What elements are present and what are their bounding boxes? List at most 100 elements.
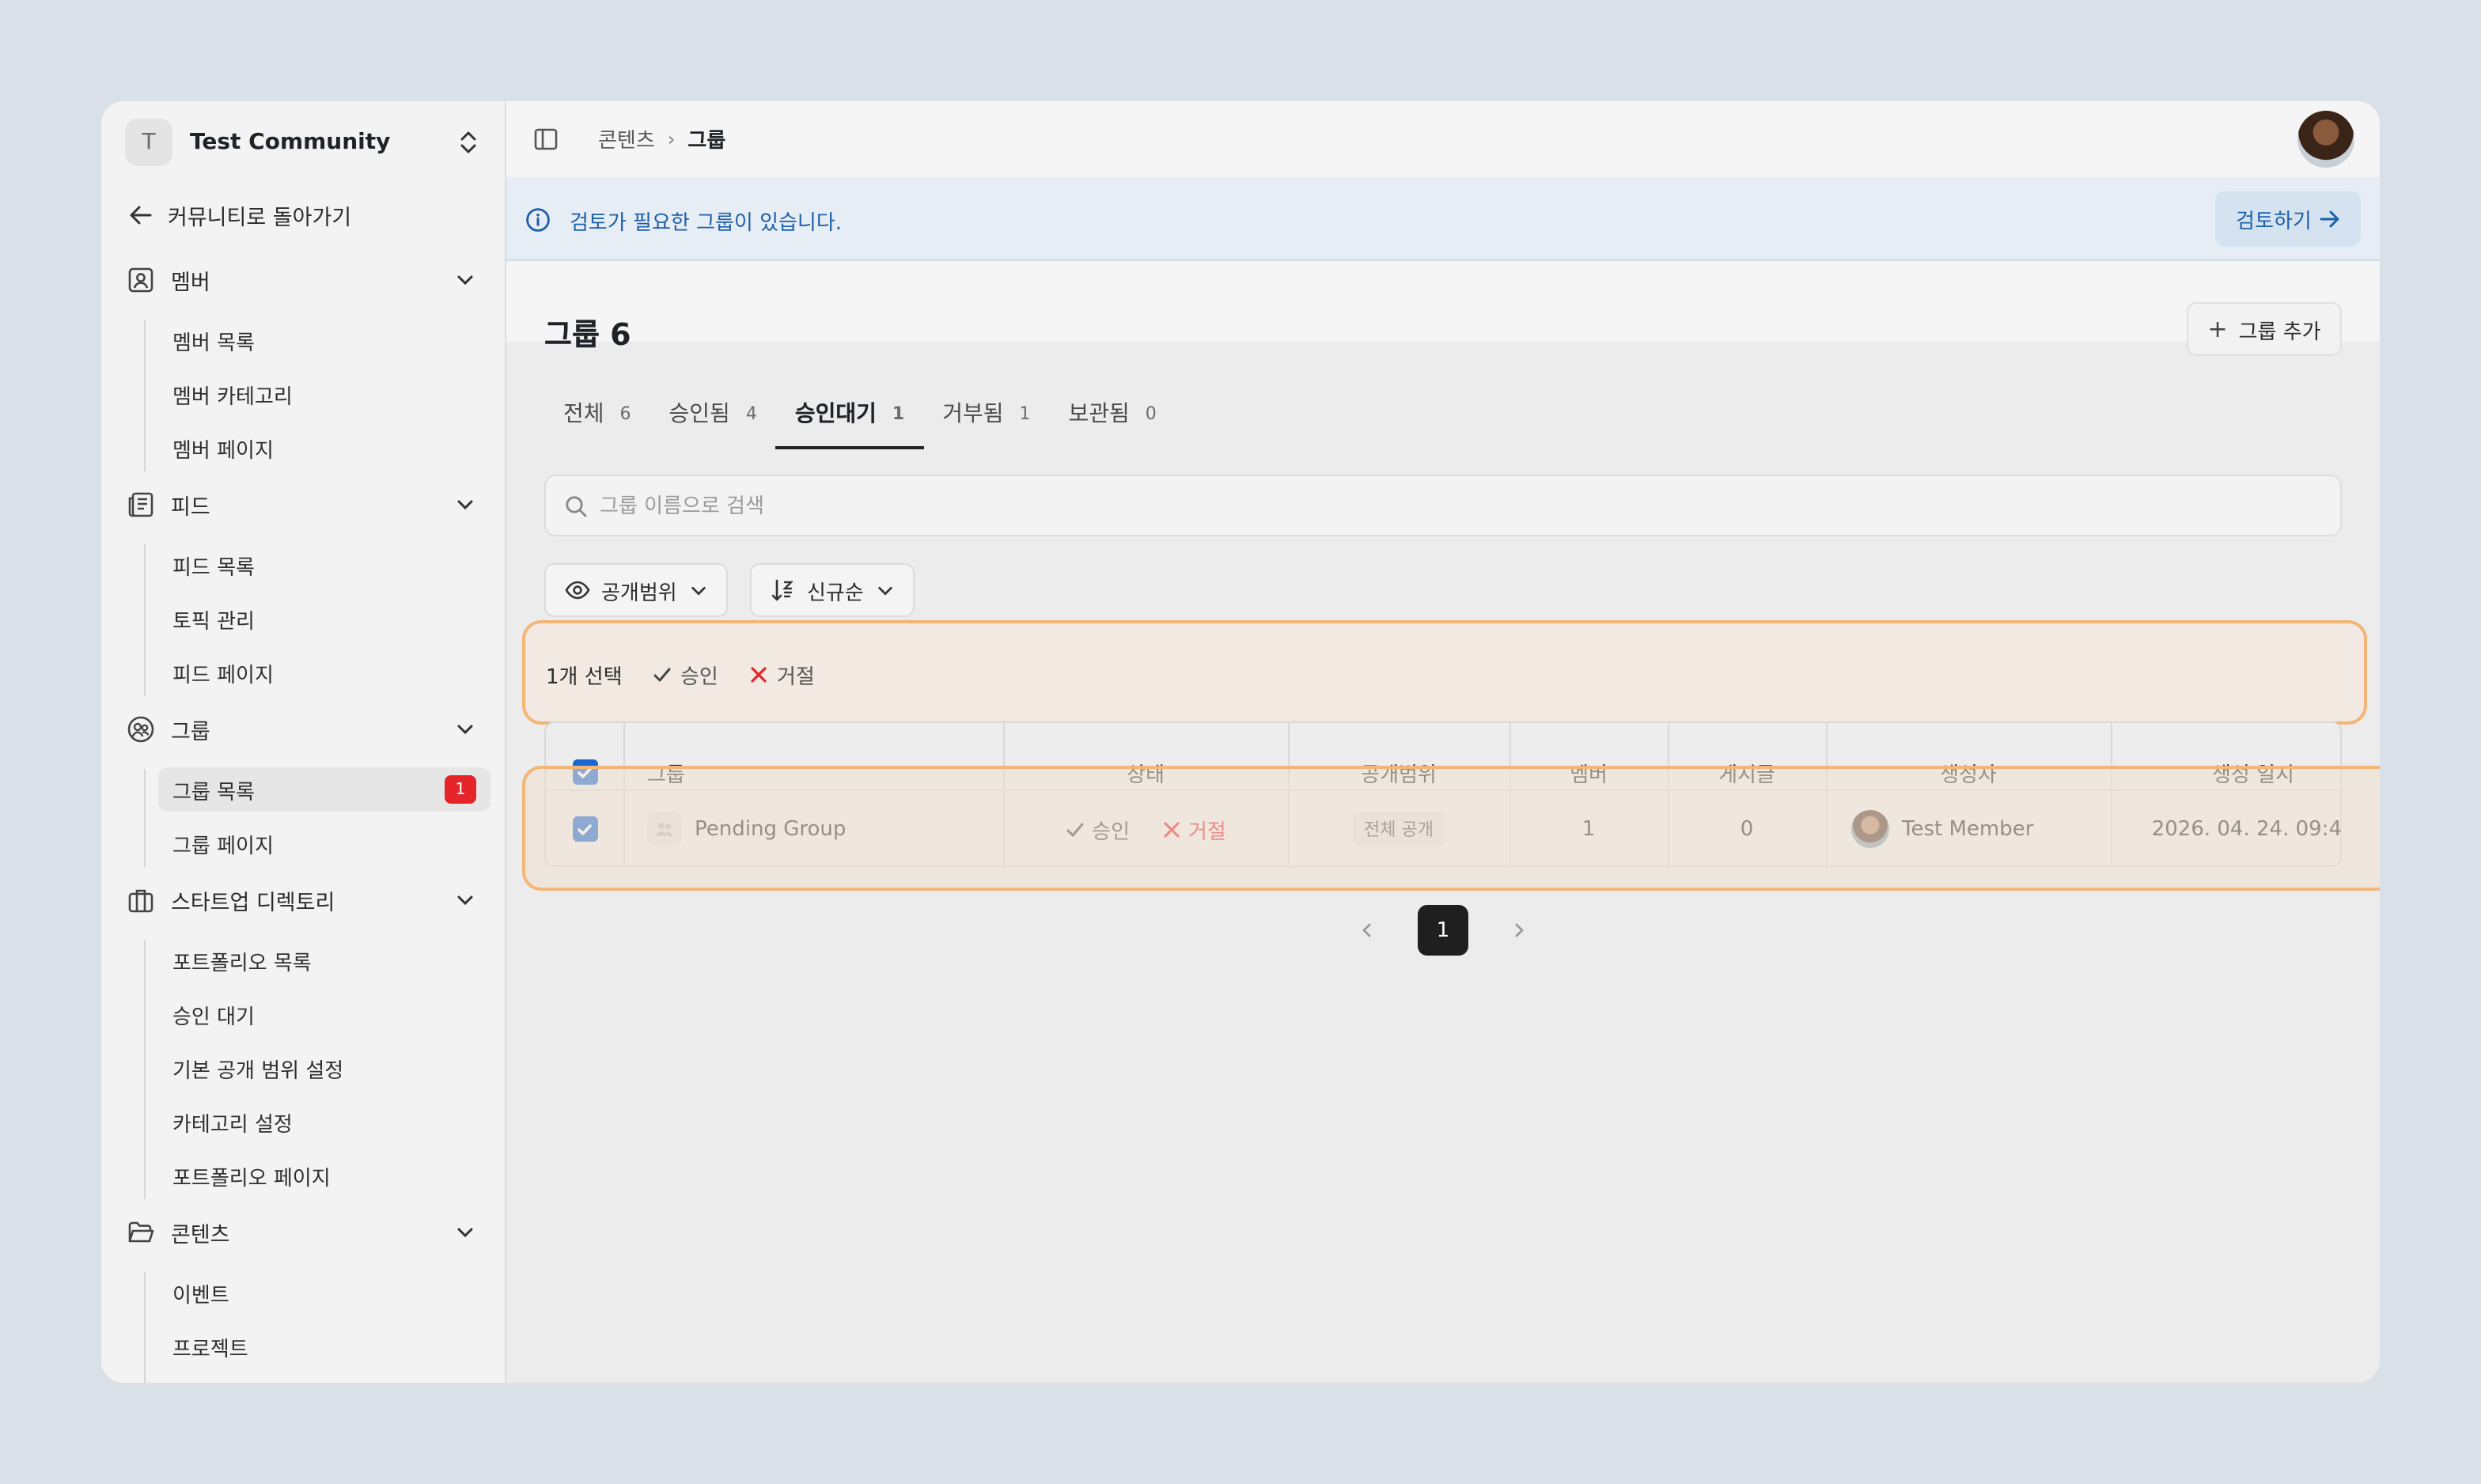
column-header-visibility[interactable]: 공개범위 xyxy=(1288,723,1509,789)
nav-tree-line xyxy=(144,1272,146,1383)
row-checkbox[interactable] xyxy=(572,816,597,842)
close-icon xyxy=(1164,821,1180,837)
sidebar-item-portfolio-page[interactable]: 포트폴리오 페이지 xyxy=(158,1153,491,1198)
sort-dropdown[interactable]: 신규순 xyxy=(750,563,915,617)
visibility-badge: 전체 공개 xyxy=(1353,812,1445,846)
column-header-members[interactable]: 멤버 xyxy=(1509,723,1668,789)
sidebar-item-group-page[interactable]: 그룹 페이지 xyxy=(158,821,491,865)
chevron-down-icon xyxy=(457,275,473,286)
row-checkbox-cell xyxy=(546,791,623,867)
tab-approved[interactable]: 승인됨 4 xyxy=(650,378,776,448)
workspace-avatar: T xyxy=(125,119,172,166)
tab-label: 승인됨 xyxy=(669,402,730,427)
select-all-checkbox[interactable] xyxy=(572,759,597,785)
breadcrumb-parent[interactable]: 콘텐츠 xyxy=(598,123,655,153)
sidebar-item-topic-manage[interactable]: 토픽 관리 xyxy=(158,596,491,641)
sidebar-section-startup-directory[interactable]: 스타트업 디렉토리 xyxy=(127,876,484,924)
sidebar-item-label: 그룹 목록 xyxy=(172,781,255,804)
back-to-community-link[interactable]: 커뮤니티로 돌아가기 xyxy=(130,199,351,231)
review-button[interactable]: 검토하기 xyxy=(2215,191,2361,247)
table-cell-visibility: 전체 공개 xyxy=(1288,791,1509,867)
tab-label: 거부됨 xyxy=(942,402,1004,427)
chevron-down-icon xyxy=(691,585,706,595)
chevron-up-down-icon xyxy=(460,131,476,153)
user-avatar[interactable] xyxy=(2297,111,2354,168)
visibility-filter[interactable]: 공개범위 xyxy=(544,563,728,617)
sidebar-item-portfolio-list[interactable]: 포트폴리오 목록 xyxy=(158,938,491,982)
feed-icon xyxy=(127,490,155,519)
alert-text: 검토가 필요한 그룹이 있습니다. xyxy=(570,212,843,236)
chevron-down-icon xyxy=(457,1228,473,1238)
sidebar-section-members[interactable]: 멤버 xyxy=(127,256,484,304)
row-reject-button[interactable]: 거절 xyxy=(1161,814,1226,844)
status-tabs: 전체 6 승인됨 4 승인대기 1 거부됨 1 보관됨 0 xyxy=(544,378,1176,449)
row-approve-button[interactable]: 승인 xyxy=(1065,814,1130,844)
column-header-group[interactable]: 그룹 xyxy=(647,723,995,789)
main-content: 콘텐츠 › 그룹 검토가 필요한 그룹이 있습니다. 검토하기 그룹 6 + 그… xyxy=(506,101,2380,1383)
column-header-creator[interactable]: 생성자 xyxy=(1826,723,2111,789)
group-search xyxy=(544,475,2342,536)
header-checkbox-cell xyxy=(546,723,623,789)
sidebar-item-default-visibility[interactable]: 기본 공개 범위 설정 xyxy=(158,1046,491,1090)
review-button-label: 검토하기 xyxy=(2236,210,2312,234)
check-icon xyxy=(578,767,592,778)
sidebar-item-events[interactable]: 이벤트 xyxy=(158,1270,491,1315)
sidebar: T Test Community 커뮤니티로 돌아가기 멤버 멤버 목록 멤버 … xyxy=(101,101,506,1383)
bulk-approve-button[interactable]: 승인 xyxy=(652,660,718,690)
sidebar-item-category-settings[interactable]: 카테고리 설정 xyxy=(158,1100,491,1144)
pagination: 1 xyxy=(1342,905,1544,956)
sidebar-section-label: 그룹 xyxy=(171,720,210,745)
pending-count-badge: 1 xyxy=(445,775,476,804)
table-cell-creator[interactable]: Test Member xyxy=(1826,791,2111,867)
tab-all[interactable]: 전체 6 xyxy=(544,378,650,448)
sidebar-section-feed[interactable]: 피드 xyxy=(127,481,484,528)
eye-icon xyxy=(565,581,590,600)
column-divider xyxy=(623,723,625,869)
sidebar-item-pending-approval[interactable]: 승인 대기 xyxy=(158,992,491,1036)
info-icon xyxy=(526,208,550,232)
prev-page-button[interactable] xyxy=(1342,905,1392,956)
tab-count: 1 xyxy=(892,403,905,423)
sidebar-item-projects[interactable]: 프로젝트 xyxy=(158,1324,491,1369)
group-name: Pending Group xyxy=(695,817,847,841)
bulk-reject-button[interactable]: 거절 xyxy=(748,660,815,690)
search-input[interactable] xyxy=(600,490,2309,522)
tab-pending[interactable]: 승인대기 1 xyxy=(775,378,924,449)
add-group-label: 그룹 추가 xyxy=(2238,320,2321,344)
table-cell-status: 승인 거절 xyxy=(1003,791,1288,867)
tab-rejected[interactable]: 거부됨 1 xyxy=(923,378,1049,448)
page-number-current[interactable]: 1 xyxy=(1418,905,1468,956)
sidebar-item-member-category[interactable]: 멤버 카테고리 xyxy=(158,372,491,416)
plus-icon: + xyxy=(2207,315,2228,343)
workspace-name: Test Community xyxy=(190,130,391,155)
next-page-button[interactable] xyxy=(1494,905,1544,956)
column-header-status[interactable]: 상태 xyxy=(1003,723,1288,789)
nav-tree-line xyxy=(144,544,146,696)
tab-label: 보관됨 xyxy=(1068,402,1130,427)
group-icon xyxy=(127,715,155,744)
creator-name: Test Member xyxy=(1902,817,2034,841)
chevron-down-icon xyxy=(878,585,892,595)
sidebar-section-groups[interactable]: 그룹 xyxy=(127,706,484,753)
workspace-switcher[interactable]: T Test Community xyxy=(125,117,489,168)
sidebar-item-group-list[interactable]: 그룹 목록 1 xyxy=(158,767,491,812)
column-header-posts[interactable]: 게시글 xyxy=(1668,723,1826,789)
back-link-label: 커뮤니티로 돌아가기 xyxy=(168,206,352,231)
sidebar-item-feed-page[interactable]: 피드 페이지 xyxy=(158,650,491,695)
sidebar-item-feed-list[interactable]: 피드 목록 xyxy=(158,543,491,587)
chevron-left-icon xyxy=(1362,923,1371,937)
sidebar-section-contents[interactable]: 콘텐츠 xyxy=(127,1209,484,1256)
tab-count: 1 xyxy=(1019,403,1031,423)
sidebar-item-member-page[interactable]: 멤버 페이지 xyxy=(158,426,491,470)
tab-count: 6 xyxy=(619,403,631,423)
close-icon xyxy=(751,667,767,683)
tab-archived[interactable]: 보관됨 0 xyxy=(1049,378,1175,448)
sidebar-item-member-list[interactable]: 멤버 목록 xyxy=(158,318,491,362)
table-cell-group[interactable]: Pending Group xyxy=(647,791,995,867)
row-approve-label: 승인 xyxy=(1092,820,1130,844)
add-group-button[interactable]: + 그룹 추가 xyxy=(2187,302,2342,356)
sidebar-toggle-icon[interactable] xyxy=(533,127,559,152)
sidebar-section-label: 스타트업 디렉토리 xyxy=(171,891,335,916)
chevron-down-icon xyxy=(457,500,473,510)
column-header-created-at[interactable]: 생성 일시 xyxy=(2111,723,2380,789)
